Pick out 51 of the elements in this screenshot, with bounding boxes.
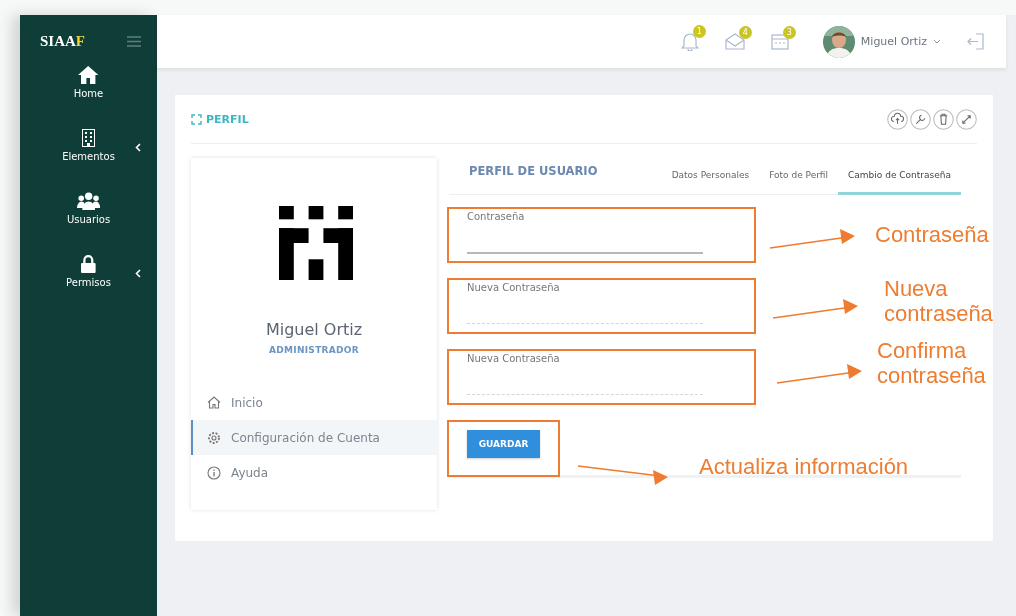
annotation-text: Contraseña (875, 222, 990, 248)
home-icon (207, 396, 221, 409)
section-title: PERFIL DE USUARIO (469, 164, 598, 180)
resize-icon[interactable] (956, 108, 977, 130)
logout-icon[interactable] (967, 33, 984, 50)
user-name[interactable]: Miguel Ortiz (860, 35, 927, 48)
trash-icon[interactable] (933, 108, 954, 130)
sidebar-label: Usuarios (66, 214, 111, 225)
tab[interactable]: Foto de Perfil (759, 170, 839, 195)
tab[interactable]: Datos Personales (661, 170, 760, 195)
tab[interactable]: Cambio de Contraseña (838, 170, 961, 195)
profile-role: ADMINISTRADOR (268, 345, 360, 355)
field-label: Nueva Contraseña (467, 282, 561, 293)
wrench-icon[interactable] (910, 108, 931, 130)
envelope-icon[interactable] (724, 33, 745, 50)
sidebar-item[interactable]: Home (20, 64, 157, 127)
annotation-text: Confirma contraseña (877, 338, 987, 389)
caret-icon[interactable] (933, 39, 941, 44)
menu-item[interactable]: Configuración de Cuenta (191, 420, 437, 455)
field-label: Contraseña (467, 211, 526, 222)
logo-text: SIAAF (40, 33, 86, 50)
sidebar-label: Permisos (66, 277, 111, 288)
menu-icon[interactable] (127, 36, 141, 47)
expand-icon (191, 113, 202, 125)
profile-name: Miguel Ortiz (265, 320, 363, 339)
sidebar-item[interactable]: Elementos (20, 127, 157, 190)
sidebar-label: Elementos (62, 151, 115, 162)
home-icon (78, 66, 99, 84)
notification-badge: 4 (738, 26, 752, 39)
sidebar-item[interactable]: Usuarios (20, 190, 157, 253)
building-icon (82, 129, 95, 147)
upload-icon[interactable] (887, 108, 908, 130)
notification-badge: 1 (692, 25, 706, 38)
sidebar-label: Home (73, 88, 104, 99)
save-button[interactable]: GUARDAR (467, 430, 540, 458)
lock-icon (81, 255, 96, 273)
users-icon (76, 192, 101, 210)
menu-item[interactable]: Inicio (191, 385, 437, 420)
chevron-icon (135, 143, 141, 152)
field-label: Nueva Contraseña (467, 353, 561, 364)
chevron-icon (135, 269, 141, 278)
notification-badge: 3 (782, 26, 796, 39)
info-icon (207, 465, 221, 480)
card-title: PERFIL (206, 112, 249, 126)
sidebar-item[interactable]: Permisos (20, 253, 157, 316)
bell-icon[interactable] (680, 32, 699, 51)
calendar-icon[interactable] (770, 33, 789, 50)
annotation-text: Nueva contraseña (884, 276, 994, 327)
annotation-text: Actualiza información (699, 454, 910, 480)
menu-item[interactable]: Ayuda (191, 455, 437, 490)
settings-icon (207, 430, 221, 445)
